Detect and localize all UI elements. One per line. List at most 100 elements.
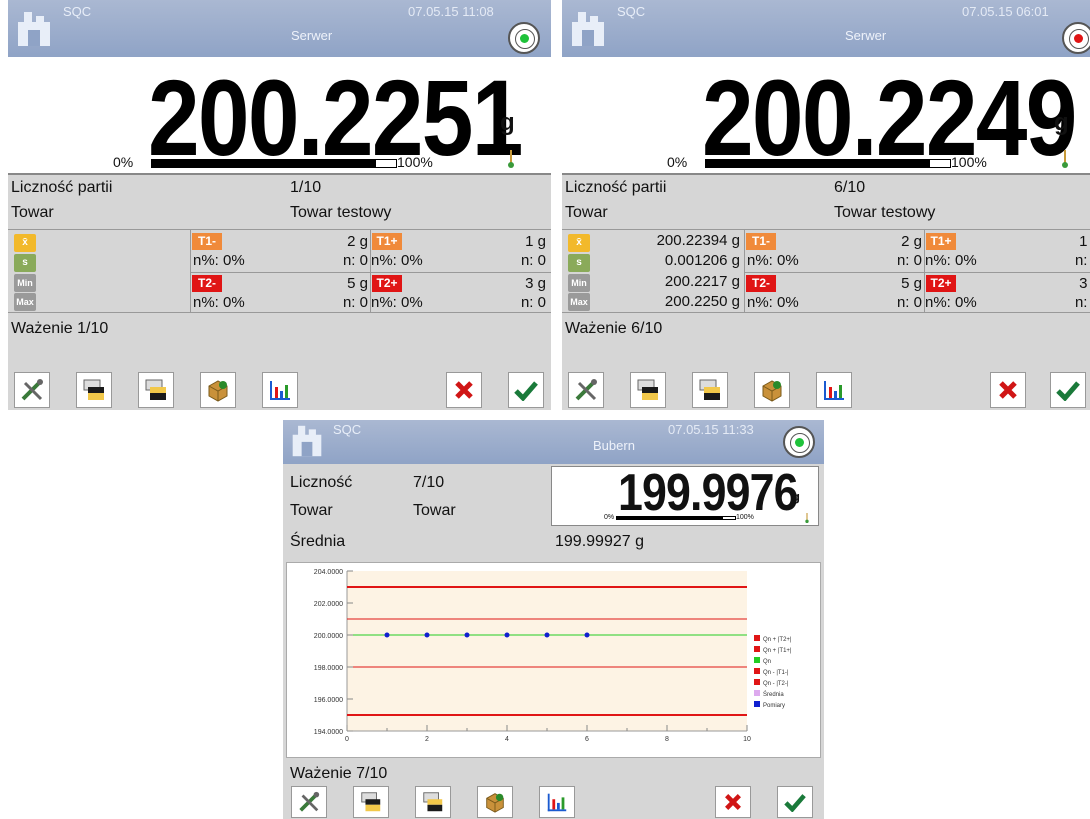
status-led-button[interactable]: [1062, 22, 1090, 54]
status-dot: [520, 34, 529, 43]
t1-minus-pct: n%: 0%: [193, 252, 245, 269]
t2-minus-n: n: 0: [896, 294, 922, 311]
lot-value: 1/10: [290, 179, 322, 196]
y-tick-label: 200.0000: [314, 633, 343, 640]
legend-label: Qn + |T1+|: [763, 648, 792, 654]
legend-swatch: [754, 668, 760, 674]
screen-weighing-1: SQC Serwer 07.05.15 11:08 200.2251 g 0% …: [8, 0, 551, 410]
count-value: 7/10: [413, 474, 445, 491]
data-point: [464, 632, 470, 638]
legend-swatch: [754, 657, 760, 663]
weighing-status: Ważenie 6/10: [565, 320, 663, 337]
print-header-button[interactable]: [76, 372, 112, 408]
legend-swatch: [754, 635, 760, 641]
data-point: [584, 632, 590, 638]
tools-button[interactable]: [14, 372, 50, 408]
screen-weighing-6: SQC Serwer 07.05.15 06:01 200.2249 g 0% …: [562, 0, 1090, 410]
product-button[interactable]: [200, 372, 236, 408]
header-bar: SQC Bubern 07.05.15 11:33: [283, 420, 824, 464]
t1-plus-pct: n%: 0%: [925, 252, 977, 269]
x-tick-label: 6: [585, 736, 589, 743]
statistics-button[interactable]: [539, 786, 575, 818]
y-tick-label: 202.0000: [314, 601, 343, 608]
grid-divider: [190, 230, 191, 312]
product-box-icon: [486, 793, 504, 813]
load-bar: [705, 159, 951, 168]
print-header-icon: [637, 379, 658, 400]
max-badge: Max: [14, 293, 36, 311]
app-name: SQC: [617, 4, 646, 19]
lot-label: Liczność partii: [11, 179, 113, 196]
tools-button[interactable]: [291, 786, 327, 818]
stats-grid: x̄ s Min Max T1- 2 g n%: 0% n: 0 T1+ 1 g…: [8, 229, 551, 313]
x-tick-label: 0: [345, 736, 349, 743]
screen-chart-7: SQC Bubern 07.05.15 11:33 Liczność 7/10 …: [283, 420, 824, 819]
product-value: Towar testowy: [290, 204, 392, 221]
load-bar: [151, 159, 397, 168]
weight-value: 199.9976: [618, 464, 799, 522]
legend-label: Pomiary: [763, 703, 785, 709]
check-icon: [1056, 381, 1080, 401]
y-tick-label: 198.0000: [314, 665, 343, 672]
print-footer-button[interactable]: [415, 786, 451, 818]
stddev-badge: s: [14, 254, 36, 272]
tools-button[interactable]: [568, 372, 604, 408]
print-header-icon: [361, 792, 381, 812]
weight-unit: g: [500, 109, 515, 136]
load-bar-fill: [152, 160, 377, 167]
cancel-button[interactable]: [446, 372, 482, 408]
x-tick-label: 10: [743, 736, 751, 743]
print-footer-button[interactable]: [692, 372, 728, 408]
weight-display: 199.9976 g 0% 100%: [551, 464, 819, 526]
t2-plus-badge: T2+: [926, 275, 956, 292]
min-value: 200.2217 g: [664, 273, 740, 290]
cancel-button[interactable]: [715, 786, 751, 818]
product-box-icon: [762, 380, 782, 402]
logo-icon: [572, 12, 604, 46]
product-button[interactable]: [477, 786, 513, 818]
header-title: Serwer: [291, 28, 333, 43]
confirm-button[interactable]: [508, 372, 544, 408]
product-label: Towar: [11, 204, 54, 221]
data-point: [424, 632, 430, 638]
status-led-button[interactable]: [508, 22, 540, 54]
t1-plus-n: n: 0: [1074, 252, 1090, 269]
lot-value: 6/10: [834, 179, 866, 196]
header-time: 07.05.15 06:01: [962, 4, 1049, 19]
statistics-button[interactable]: [816, 372, 852, 408]
data-point: [544, 632, 550, 638]
t1-minus-badge: T1-: [192, 233, 222, 250]
status-dot: [1074, 34, 1083, 43]
y-tick-label: 196.0000: [314, 697, 343, 704]
t1-plus-badge: T1+: [926, 233, 956, 250]
t1-minus-n: n: 0: [896, 252, 922, 269]
weight-unit: g: [792, 489, 800, 504]
stats-grid: x̄ s Min Max 200.22394 g 0.001206 g 200.…: [562, 229, 1090, 313]
weight-display: 200.2249 g 0% 100%: [562, 57, 1090, 178]
confirm-button[interactable]: [777, 786, 813, 818]
print-footer-button[interactable]: [138, 372, 174, 408]
status-dot: [795, 438, 804, 447]
t1-plus-pct: n%: 0%: [371, 252, 423, 269]
legend-label: Qn + |T2+|: [763, 637, 792, 643]
t2-minus-value: 5 g: [347, 275, 368, 292]
status-led-button[interactable]: [783, 426, 815, 458]
print-header-button[interactable]: [353, 786, 389, 818]
confirm-button[interactable]: [1050, 372, 1086, 408]
print-footer-icon: [145, 379, 166, 400]
legend-label: Średnia: [763, 690, 784, 698]
control-chart: 204.0000 202.0000 200.0000 198.0000 196.0000…: [286, 562, 821, 758]
t2-plus-pct: n%: 0%: [925, 294, 977, 311]
mean-label: Średnia: [290, 533, 346, 550]
app-name: SQC: [333, 422, 362, 437]
cancel-button[interactable]: [990, 372, 1026, 408]
grid-divider: [744, 272, 1090, 273]
statistics-button[interactable]: [262, 372, 298, 408]
print-header-button[interactable]: [630, 372, 666, 408]
max-value: 200.2250 g: [664, 293, 740, 310]
t2-minus-pct: n%: 0%: [193, 294, 245, 311]
t1-plus-n: n: 0: [520, 252, 546, 269]
product-button[interactable]: [754, 372, 790, 408]
x-tick-label: 4: [505, 736, 509, 743]
chart-icon: [824, 381, 844, 400]
